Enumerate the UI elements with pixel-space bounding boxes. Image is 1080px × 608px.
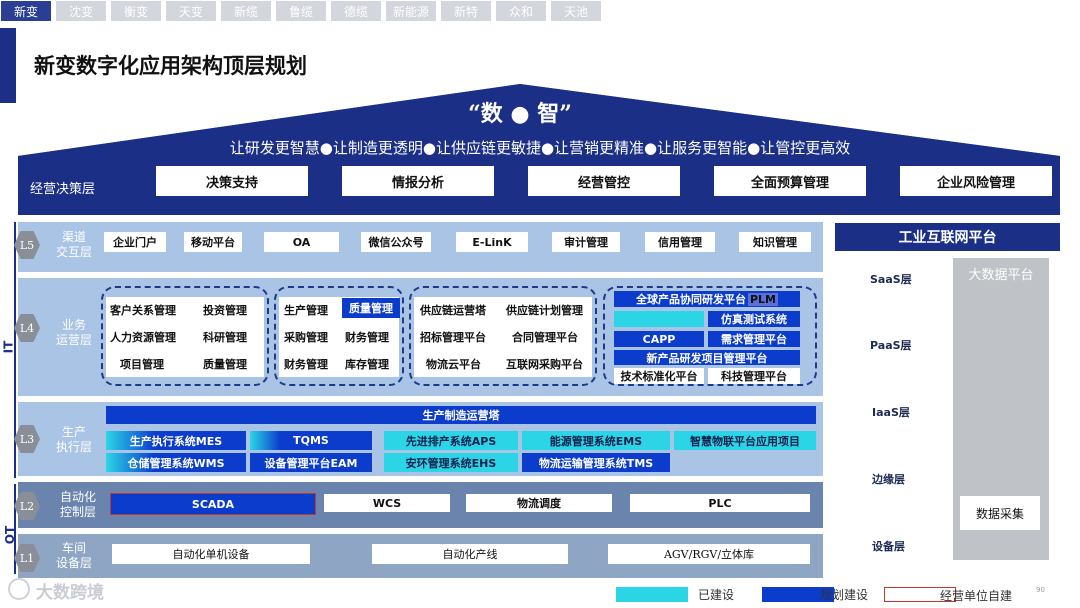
l5-item[interactable]: 信用管理 — [645, 232, 715, 252]
l4-item[interactable]: 采购管理 — [284, 329, 328, 345]
legend-built-label: 已建设 — [698, 588, 735, 602]
legend-built-swatch — [616, 587, 688, 602]
l5-item[interactable]: 微信公众号 — [361, 232, 431, 252]
l5-item[interactable]: 移动平台 — [184, 232, 242, 252]
tab-3[interactable]: 天变 — [166, 1, 217, 21]
legend-self-label: 经营单位自建 — [940, 589, 1013, 603]
l5-item[interactable]: 知识管理 — [739, 232, 811, 252]
watermark-text: 大数跨境 — [36, 583, 104, 603]
l5-item[interactable]: OA — [264, 232, 339, 252]
watermark-icon — [8, 578, 30, 600]
layer-l3-name: 生产 执行层 — [55, 425, 92, 454]
l4-item[interactable]: 招标管理平台 — [420, 329, 486, 345]
layer-l1-name: 车间 设备层 — [55, 541, 92, 570]
page-number: 90 — [1036, 586, 1045, 594]
l3-item-eam[interactable]: 设备管理平台EAM — [250, 453, 372, 472]
l4-item[interactable]: 生产管理 — [284, 302, 328, 318]
layer-l4-name: 业务 运营层 — [55, 318, 92, 347]
built-blank-cell — [614, 311, 704, 327]
l5-item[interactable]: E-LinK — [456, 232, 528, 252]
l3-item-mes[interactable]: 生产执行系统MES — [106, 431, 246, 450]
tech-management-platform[interactable]: 科技管理平台 — [708, 368, 800, 384]
decision-item[interactable]: 全面预算管理 — [714, 166, 866, 196]
l5-item[interactable]: 企业门户 — [104, 232, 166, 252]
l4-item[interactable]: 互联网采购平台 — [506, 356, 583, 372]
page-title: 新变数字化应用架构顶层规划 — [34, 54, 307, 78]
l4-item[interactable]: 投资管理 — [203, 302, 247, 318]
plm-platform[interactable]: 全球产品协同研发平台 PLM — [614, 291, 800, 307]
l4-item[interactable]: 物流云平台 — [426, 356, 481, 372]
l4-item[interactable]: 科研管理 — [203, 329, 247, 345]
decision-item[interactable]: 经营管控 — [528, 166, 680, 196]
l3-item-tqms[interactable]: TQMS — [250, 431, 372, 450]
l4-item[interactable]: 人力资源管理 — [110, 329, 176, 345]
l4-item[interactable]: 项目管理 — [120, 356, 164, 372]
l4-item[interactable]: 库存管理 — [345, 356, 389, 372]
l4-item[interactable]: 供应链计划管理 — [506, 302, 583, 318]
decision-layer-label: 经营决策层 — [30, 182, 96, 197]
tab-6[interactable]: 德缆 — [331, 1, 382, 21]
l1-item[interactable]: AGV/RGV/立体库 — [608, 544, 810, 564]
demand-platform[interactable]: 需求管理平台 — [708, 331, 800, 347]
plm-tag: PLM — [747, 292, 779, 306]
l3-item-ems[interactable]: 能源管理系统EMS — [522, 431, 670, 450]
tab-2[interactable]: 衡变 — [111, 1, 162, 21]
level-paas: PaaS层 — [870, 339, 912, 352]
l3-item-wms[interactable]: 仓储管理系统WMS — [106, 453, 246, 472]
l4-item[interactable]: 合同管理平台 — [512, 329, 578, 345]
tab-1[interactable]: 沈变 — [56, 1, 107, 21]
l2-item[interactable]: WCS — [324, 494, 450, 512]
l3-item-iot[interactable]: 智慧物联平台应用项目 — [674, 431, 816, 450]
tab-7[interactable]: 新能源 — [386, 1, 437, 21]
decision-item[interactable]: 决策支持 — [156, 166, 308, 196]
l1-item[interactable]: 自动化单机设备 — [112, 544, 310, 564]
bigdata-platform-title: 大数据平台 — [968, 268, 1034, 283]
production-ops-tower[interactable]: 生产制造运营塔 — [106, 406, 816, 424]
level-saas: SaaS层 — [870, 273, 912, 286]
level-device: 设备层 — [872, 540, 905, 553]
tab-8[interactable]: 新特 — [441, 1, 492, 21]
l4-item[interactable]: 客户关系管理 — [110, 302, 176, 318]
roof-slogan: 让研发更智慧●让制造更透明●让供应链更敏捷●让营销更精准●让服务更智能●让管控更… — [229, 139, 851, 157]
legend-planned-label: 规划建设 — [820, 588, 869, 602]
l3-item-aps[interactable]: 先进排产系统APS — [384, 431, 518, 450]
tab-4[interactable]: 新缆 — [221, 1, 272, 21]
l1-item[interactable]: 自动化产线 — [372, 544, 568, 564]
decision-item[interactable]: 情报分析 — [342, 166, 494, 196]
l3-item-ehs[interactable]: 安环管理系统EHS — [384, 453, 518, 472]
tab-5[interactable]: 鲁缆 — [276, 1, 327, 21]
l4-item[interactable]: 财务管理 — [345, 329, 389, 345]
level-iaas: IaaS层 — [872, 406, 910, 419]
level-edge: 边缘层 — [872, 473, 905, 486]
capp-system[interactable]: CAPP — [614, 331, 704, 347]
standardization-platform[interactable]: 技术标准化平台 — [614, 368, 704, 384]
l2-item[interactable]: PLC — [630, 494, 810, 512]
layer-l5-name: 渠道 交互层 — [55, 230, 92, 259]
decision-item[interactable]: 企业风险管理 — [900, 166, 1052, 196]
plm-platform-label: 全球产品协同研发平台 — [635, 293, 746, 306]
l4-item[interactable]: 供应链运营塔 — [420, 302, 486, 318]
l2-item-scada[interactable]: SCADA — [110, 493, 316, 515]
tab-10[interactable]: 天池 — [551, 1, 602, 21]
simulation-system[interactable]: 仿真测试系统 — [708, 311, 800, 327]
data-collection[interactable]: 数据采集 — [960, 496, 1040, 530]
l4-item[interactable]: 财务管理 — [284, 356, 328, 372]
layer-l2-name: 自动化 控制层 — [59, 490, 96, 519]
tab-9[interactable]: 众和 — [496, 1, 547, 21]
l4-item-planned[interactable]: 质量管理 — [342, 298, 400, 318]
l5-item[interactable]: 审计管理 — [552, 232, 620, 252]
roof-headline: “数 ● 智” — [468, 101, 572, 127]
l4-item[interactable]: 质量管理 — [203, 356, 247, 372]
tab-0[interactable]: 新变 — [1, 1, 52, 21]
l2-item[interactable]: 物流调度 — [466, 494, 612, 512]
industrial-internet-platform-title[interactable]: 工业互联网平台 — [835, 223, 1060, 251]
npd-project-platform[interactable]: 新产品研发项目管理平台 — [614, 350, 800, 365]
l3-item-tms[interactable]: 物流运输管理系统TMS — [522, 453, 670, 472]
